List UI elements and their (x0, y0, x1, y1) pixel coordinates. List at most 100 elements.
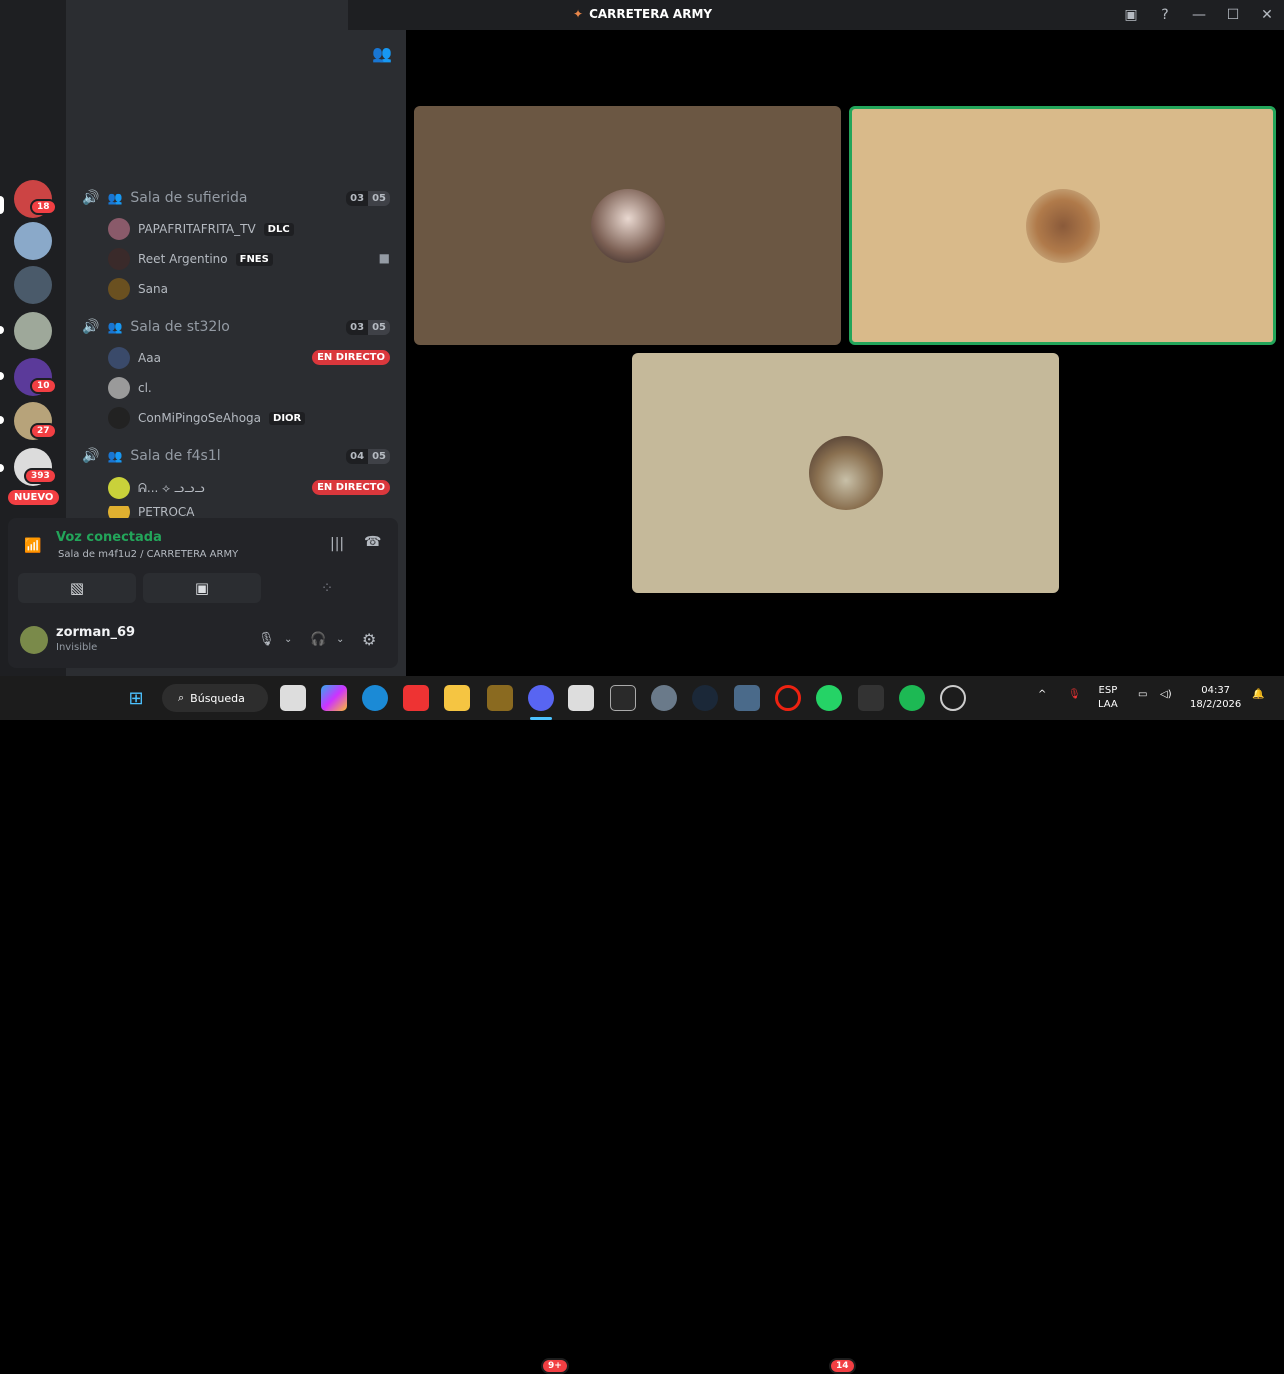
settings-icon[interactable] (651, 685, 677, 711)
store-icon[interactable] (568, 685, 594, 711)
language-indicator[interactable]: ESP LAA (1098, 684, 1118, 712)
participant-avatar (808, 436, 883, 510)
live-badge: EN DIRECTO (312, 480, 390, 495)
file-explorer-icon[interactable] (444, 685, 470, 711)
video-tile-1[interactable] (414, 106, 841, 345)
voice-user[interactable]: ConMiPingoSeAhoga DIOR (108, 407, 306, 429)
user-name: PAPAFRITAFRITA_TV (138, 222, 256, 236)
user-name: cl. (138, 381, 152, 395)
camera-off-button[interactable]: ▧ (18, 573, 136, 603)
activities-button[interactable]: ⁘ (268, 573, 386, 603)
whatsapp-badge: 14 (829, 1358, 856, 1374)
steam-icon[interactable] (692, 685, 718, 711)
disconnect-icon[interactable]: ☎ (364, 534, 381, 550)
notification-icon[interactable]: 🔔 (1252, 688, 1264, 702)
user-status: Invisible (56, 642, 98, 653)
start-button[interactable]: ⊞ (123, 685, 149, 711)
microphone-icon[interactable]: 🎙 (258, 632, 275, 647)
app-icon[interactable] (487, 685, 513, 711)
participant-avatar (590, 188, 665, 263)
add-friend-icon[interactable]: 👥 (372, 44, 392, 63)
discord-window: 18 10 27 393 NUEVO 👥 🔊 👥 Sala de sufieri… (0, 0, 1284, 705)
game-icon[interactable] (734, 685, 760, 711)
count-limit: 05 (368, 191, 390, 206)
screen-share-icon: ▣ (194, 579, 210, 597)
clock[interactable]: 04:37 18/2/2026 (1190, 684, 1241, 712)
clock-time: 04:37 (1201, 685, 1231, 696)
inbox-icon[interactable]: ▣ (1114, 0, 1148, 30)
discord-icon[interactable] (528, 685, 554, 711)
window-title-text: CARRETERA ARMY (589, 7, 713, 21)
volume-icon[interactable]: ◁) (1160, 688, 1172, 702)
live-badge: EN DIRECTO (312, 350, 390, 365)
user-name: ᕱ... ⟡ ᓗᓗᓗ (138, 480, 205, 495)
count-limit: 05 (368, 320, 390, 335)
chevron-down-icon[interactable]: ⌄ (284, 634, 292, 645)
user-name[interactable]: zorman_69 (56, 625, 135, 640)
unread-indicator (0, 464, 4, 472)
video-tile-speaking[interactable] (849, 106, 1276, 345)
voice-channel[interactable]: 🔊 👥 Sala de st32lo (82, 319, 230, 335)
voice-channel[interactable]: 🔊 👥 Sala de sufierida (82, 190, 247, 206)
voice-user[interactable]: Sana (108, 278, 168, 300)
count-current: 04 (346, 449, 369, 464)
screen-share-button[interactable]: ▣ (143, 573, 261, 603)
app-icon[interactable] (940, 685, 966, 711)
voice-user[interactable]: PETROCA (108, 506, 195, 518)
server-badge: 27 (30, 423, 57, 439)
server-icon-4[interactable] (14, 312, 52, 350)
speaker-icon: 🔊 (82, 319, 100, 335)
voice-user[interactable]: cl. (108, 377, 152, 399)
search-label: Búsqueda (190, 691, 245, 705)
activities-icon: ⁘ (320, 579, 334, 597)
voice-user[interactable]: Aaa (108, 347, 161, 369)
minimize-icon[interactable]: — (1182, 0, 1216, 30)
participant-avatar (1025, 188, 1100, 263)
voice-user[interactable]: ᕱ... ⟡ ᓗᓗᓗ (108, 477, 205, 499)
user-tag: DLC (263, 222, 294, 236)
unread-indicator (0, 372, 4, 380)
app-icon[interactable] (858, 685, 884, 711)
voice-location[interactable]: Sala de m4f1u2 / CARRETERA ARMY (58, 549, 238, 560)
server-icon-3[interactable] (14, 266, 52, 304)
user-avatar[interactable] (20, 626, 48, 654)
close-icon[interactable]: ✕ (1250, 0, 1284, 30)
avatar (108, 377, 130, 399)
count-current: 03 (346, 191, 369, 206)
search-icon: ⌕ (178, 691, 185, 704)
user-count: 03 05 (346, 191, 390, 206)
spotify-icon[interactable] (899, 685, 925, 711)
microphone-icon[interactable]: 🎙 (1068, 688, 1081, 702)
group-icon: 👥 (107, 191, 123, 205)
voice-channel[interactable]: 🔊 👥 Sala de f4s1l (82, 448, 221, 464)
winrar-icon[interactable] (403, 685, 429, 711)
voice-user[interactable]: Reet Argentino FNES (108, 248, 273, 270)
opera-icon[interactable] (775, 685, 801, 711)
task-view-icon[interactable] (280, 685, 306, 711)
channel-name: Sala de f4s1l (130, 448, 221, 464)
count-limit: 05 (368, 449, 390, 464)
copilot-icon[interactable] (321, 685, 347, 711)
network-icon[interactable]: ▭ (1138, 688, 1147, 702)
unread-indicator (0, 326, 4, 334)
edge-icon[interactable] (362, 685, 388, 711)
whatsapp-icon[interactable] (816, 685, 842, 711)
user-name: Sana (138, 282, 168, 296)
group-icon: 👥 (107, 320, 123, 334)
gear-icon[interactable]: ⚙ (362, 630, 376, 649)
soundboard-icon[interactable]: ||| (330, 536, 344, 552)
help-icon[interactable]: ? (1148, 0, 1182, 30)
avatar (108, 347, 130, 369)
chevron-down-icon[interactable]: ⌄ (336, 634, 344, 645)
video-tile-3[interactable] (632, 353, 1059, 593)
voice-status[interactable]: Voz conectada (56, 530, 162, 545)
search-box[interactable]: ⌕ Búsqueda (162, 684, 268, 712)
voice-user[interactable]: PAPAFRITAFRITA_TV DLC (108, 218, 294, 240)
chevron-up-icon[interactable]: ^ (1038, 688, 1046, 702)
headphones-icon[interactable]: 🎧 (310, 632, 326, 647)
maximize-icon[interactable]: ☐ (1216, 0, 1250, 30)
epic-games-icon[interactable] (610, 685, 636, 711)
server-icon-2[interactable] (14, 222, 52, 260)
title-bar: ✦ CARRETERA ARMY ▣ ? — ☐ ✕ (348, 0, 1284, 30)
user-tag: FNES (235, 252, 273, 266)
